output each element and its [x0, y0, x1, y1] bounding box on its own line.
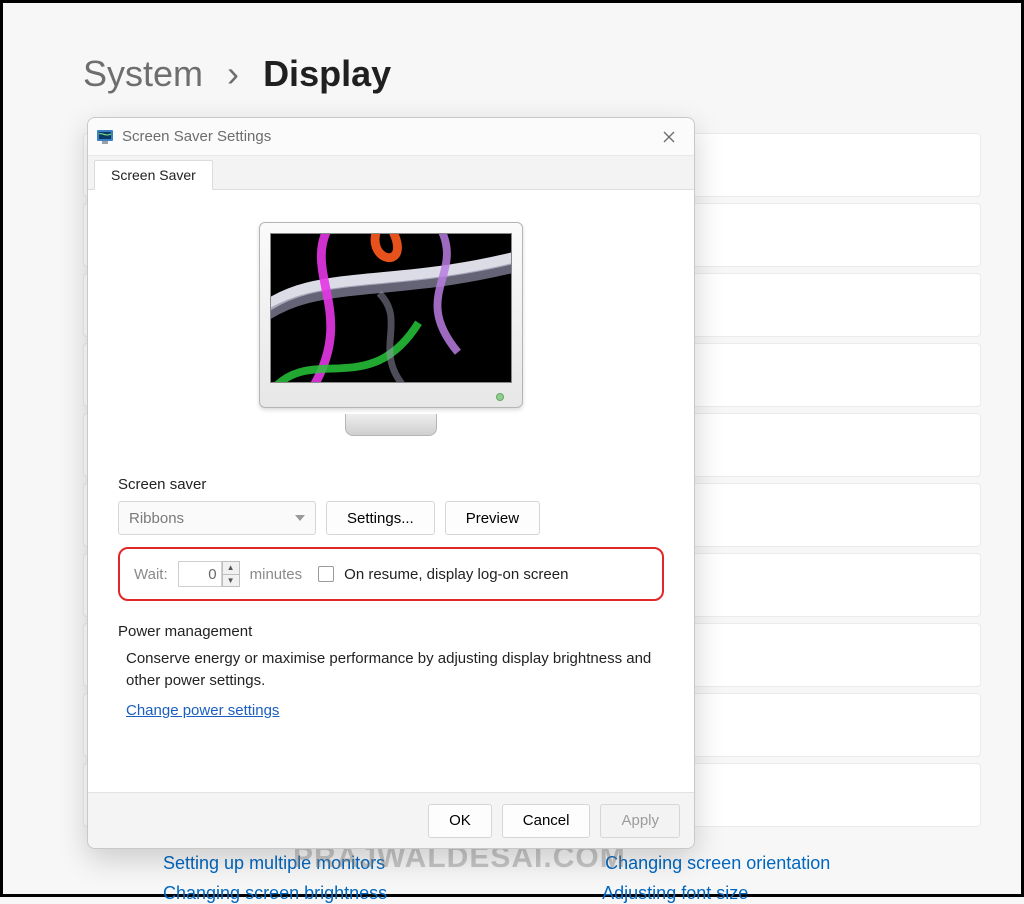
wait-spin-up[interactable]: ▲ — [222, 561, 240, 574]
change-power-settings-link[interactable]: Change power settings — [126, 702, 279, 719]
breadcrumb: System › Display — [83, 53, 951, 95]
screen-saver-settings-dialog: Screen Saver Settings Screen Saver — [87, 117, 695, 849]
chevron-right-icon: › — [227, 53, 239, 94]
chevron-down-icon — [295, 515, 305, 521]
close-button[interactable] — [652, 123, 686, 151]
cancel-button[interactable]: Cancel — [502, 804, 591, 838]
ok-button[interactable]: OK — [428, 804, 492, 838]
wait-spinner[interactable]: ▲ ▼ — [178, 561, 240, 587]
wait-spin-down[interactable]: ▼ — [222, 574, 240, 587]
link-screen-brightness[interactable]: Changing screen brightness — [163, 883, 387, 903]
apply-button[interactable]: Apply — [600, 804, 680, 838]
screensaver-app-icon — [96, 128, 114, 146]
wait-label: Wait: — [134, 566, 168, 583]
breadcrumb-current: Display — [263, 53, 391, 94]
on-resume-label: On resume, display log-on screen — [344, 566, 568, 583]
screensaver-group-label: Screen saver — [118, 476, 664, 493]
power-management-header: Power management — [118, 623, 664, 640]
on-resume-checkbox[interactable] — [318, 566, 334, 582]
link-screen-orientation[interactable]: Changing screen orientation — [605, 853, 830, 874]
power-management-description: Conserve energy or maximise performance … — [126, 648, 664, 692]
screensaver-select-value: Ribbons — [129, 510, 184, 527]
screensaver-select[interactable]: Ribbons — [118, 501, 316, 535]
wait-input[interactable] — [178, 561, 222, 587]
link-font-size[interactable]: Adjusting font size — [602, 883, 748, 903]
settings-button[interactable]: Settings... — [326, 501, 435, 535]
screensaver-preview-monitor — [259, 222, 523, 436]
wait-row-highlight: Wait: ▲ ▼ minutes On resume, display log… — [118, 547, 664, 601]
dialog-title: Screen Saver Settings — [122, 128, 652, 145]
minutes-label: minutes — [250, 566, 303, 583]
breadcrumb-parent[interactable]: System — [83, 53, 203, 94]
preview-button[interactable]: Preview — [445, 501, 540, 535]
tab-screen-saver[interactable]: Screen Saver — [94, 160, 213, 190]
